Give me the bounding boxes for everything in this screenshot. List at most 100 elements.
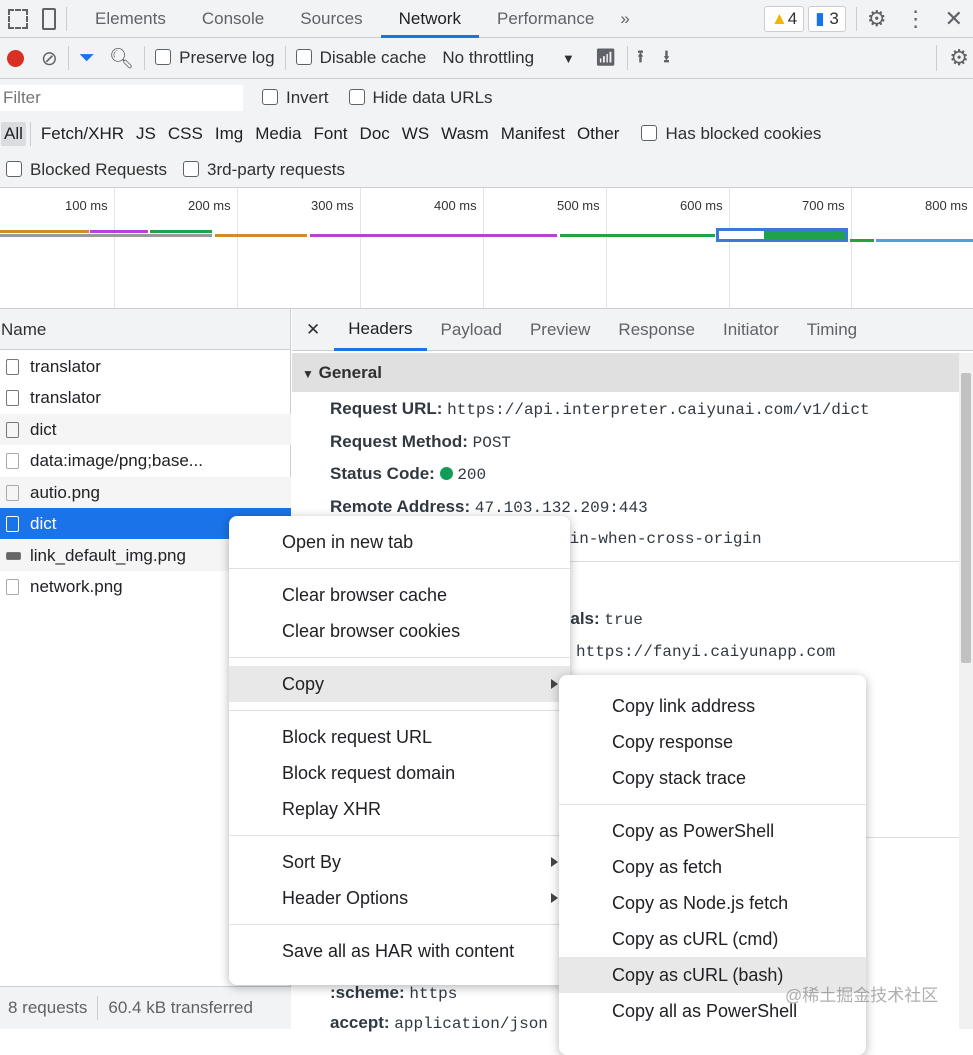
type-font[interactable]: Font — [308, 124, 354, 144]
image-icon — [6, 485, 19, 501]
menu-copy[interactable]: Copy — [229, 666, 570, 702]
tab-response[interactable]: Response — [604, 311, 709, 349]
type-wasm[interactable]: Wasm — [435, 124, 495, 144]
menu-copy-as-fetch[interactable]: Copy as fetch — [559, 849, 866, 885]
inspect-element-icon[interactable] — [8, 8, 28, 29]
menu-open-in-new-tab[interactable]: Open in new tab — [229, 524, 570, 560]
network-conditions-icon[interactable]: 📶︎ — [595, 48, 617, 68]
status-bar: 8 requests 60.4 kB transferred — [0, 986, 291, 1029]
tab-elements[interactable]: Elements — [77, 0, 184, 38]
throttling-select[interactable]: No throttling ▼ — [442, 48, 575, 68]
disable-cache-label: Disable cache — [319, 48, 427, 67]
has-blocked-cookies-checkbox[interactable]: Has blocked cookies — [641, 124, 821, 144]
submenu-arrow-icon — [551, 679, 558, 689]
messages-count: 3 — [829, 8, 839, 28]
type-img[interactable]: Img — [209, 124, 249, 144]
disable-cache-checkbox[interactable]: Disable cache — [295, 48, 427, 68]
filter-bar: Invert Hide data URLs — [0, 79, 973, 116]
image-icon — [6, 453, 19, 469]
export-har-icon[interactable]: ⭳ — [663, 44, 669, 73]
request-row[interactable]: autio.png — [0, 477, 291, 508]
tab-performance[interactable]: Performance — [479, 0, 612, 38]
type-all[interactable]: All — [1, 122, 26, 146]
menu-save-har[interactable]: Save all as HAR with content — [229, 933, 570, 969]
timeline-tick: 300 ms — [311, 198, 354, 213]
blocked-requests-checkbox[interactable]: Blocked Requests — [6, 160, 167, 180]
has-blocked-cookies-label: Has blocked cookies — [665, 124, 822, 143]
type-other[interactable]: Other — [571, 124, 626, 144]
type-filter-bar: All Fetch/XHR JS CSS Img Media Font Doc … — [0, 116, 973, 152]
devtools-tabbar: Elements Console Sources Network Perform… — [0, 0, 973, 38]
settings-icon[interactable]: ⚙ — [867, 6, 887, 32]
menu-block-request-domain[interactable]: Block request domain — [229, 755, 570, 791]
more-tabs-icon[interactable]: » — [620, 9, 629, 29]
hide-data-urls-checkbox[interactable]: Hide data URLs — [348, 87, 493, 108]
type-css[interactable]: CSS — [162, 124, 209, 144]
close-details-icon[interactable]: ✕ — [292, 320, 334, 340]
tab-sources[interactable]: Sources — [282, 0, 380, 38]
close-icon[interactable]: ✕ — [945, 6, 963, 32]
divider — [144, 46, 146, 70]
more-options-icon[interactable]: ⋮ — [905, 6, 927, 32]
tab-network[interactable]: Network — [380, 0, 479, 38]
hide-data-urls-label: Hide data URLs — [372, 87, 493, 107]
filter-input[interactable] — [0, 84, 243, 111]
divider — [67, 46, 69, 70]
type-js[interactable]: JS — [130, 124, 162, 144]
type-manifest[interactable]: Manifest — [495, 124, 571, 144]
timeline-tick: 700 ms — [802, 198, 845, 213]
menu-divider — [229, 568, 570, 569]
menu-copy-as-nodejs-fetch[interactable]: Copy as Node.js fetch — [559, 885, 866, 921]
timeline-overview[interactable]: 100 ms 200 ms 300 ms 400 ms 500 ms 600 m… — [0, 188, 973, 309]
general-section-header[interactable]: ▼ General — [292, 353, 959, 392]
type-media[interactable]: Media — [249, 124, 307, 144]
menu-block-request-url[interactable]: Block request URL — [229, 719, 570, 755]
divider — [29, 122, 31, 146]
clear-icon[interactable]: ⊘ — [41, 46, 58, 71]
menu-clear-browser-cookies[interactable]: Clear browser cookies — [229, 613, 570, 649]
details-tabbar: ✕ Headers Payload Preview Response Initi… — [292, 309, 973, 351]
filter-icon[interactable]: ⏷ — [79, 47, 95, 70]
menu-divider — [229, 710, 570, 711]
record-icon[interactable] — [7, 49, 24, 67]
menu-replay-xhr[interactable]: Replay XHR — [229, 791, 570, 827]
search-icon[interactable]: 🔍︎ — [109, 46, 134, 71]
invert-checkbox[interactable]: Invert — [262, 88, 329, 108]
request-row[interactable]: translator — [0, 382, 291, 413]
menu-header-options[interactable]: Header Options — [229, 880, 570, 916]
menu-clear-browser-cache[interactable]: Clear browser cache — [229, 577, 570, 613]
tab-initiator[interactable]: Initiator — [709, 311, 793, 349]
request-row[interactable]: dict — [0, 414, 291, 445]
import-har-icon[interactable]: ⭱ — [638, 44, 644, 73]
timeline-tick: 500 ms — [557, 198, 600, 213]
divider — [97, 996, 99, 1020]
name-column-header[interactable]: Name — [0, 309, 290, 350]
menu-copy-response[interactable]: Copy response — [559, 724, 866, 760]
scrollbar[interactable] — [959, 353, 973, 1029]
tab-preview[interactable]: Preview — [516, 311, 604, 349]
messages-badge[interactable]: ▮ 3 — [808, 5, 846, 32]
preserve-log-checkbox[interactable]: Preserve log — [155, 48, 275, 68]
type-ws[interactable]: WS — [396, 124, 435, 144]
warnings-badge[interactable]: ▲4 — [763, 5, 805, 32]
context-menu: Open in new tab Clear browser cache Clea… — [229, 516, 570, 985]
third-party-checkbox[interactable]: 3rd-party requests — [183, 160, 345, 180]
type-doc[interactable]: Doc — [354, 124, 396, 144]
divider — [284, 46, 286, 70]
menu-copy-stack-trace[interactable]: Copy stack trace — [559, 760, 866, 796]
tab-payload[interactable]: Payload — [427, 311, 516, 349]
menu-copy-as-curl-cmd[interactable]: Copy as cURL (cmd) — [559, 921, 866, 957]
network-settings-icon[interactable]: ⚙ — [936, 45, 969, 71]
menu-copy-link-address[interactable]: Copy link address — [559, 688, 866, 724]
menu-divider — [229, 924, 570, 925]
tab-headers[interactable]: Headers — [334, 309, 427, 351]
type-fetch-xhr[interactable]: Fetch/XHR — [35, 124, 130, 144]
menu-sort-by[interactable]: Sort By — [229, 844, 570, 880]
request-row[interactable]: translator — [0, 351, 291, 382]
device-toolbar-icon[interactable] — [42, 7, 56, 30]
tab-timing[interactable]: Timing — [793, 311, 871, 349]
menu-copy-as-powershell[interactable]: Copy as PowerShell — [559, 813, 866, 849]
tab-console[interactable]: Console — [184, 0, 282, 38]
throttling-value: No throttling — [442, 48, 535, 67]
request-row[interactable]: data:image/png;base... — [0, 445, 291, 476]
